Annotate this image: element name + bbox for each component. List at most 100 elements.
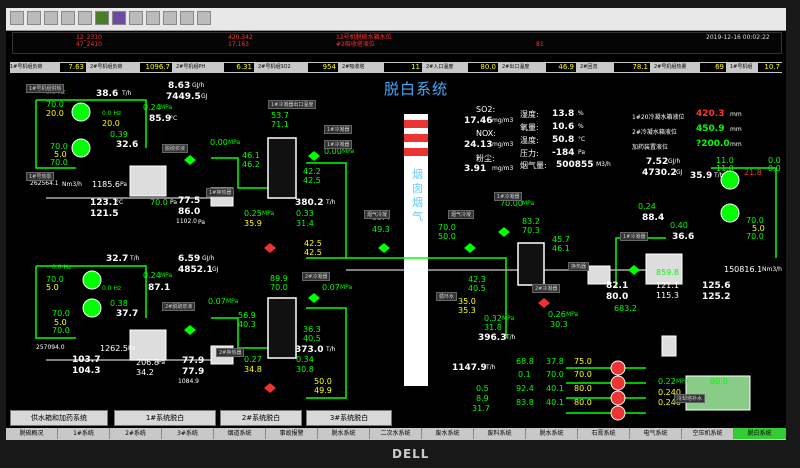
- process-value: 1185.6: [92, 180, 120, 189]
- process-value: 0.26: [548, 310, 566, 319]
- process-value: M3/h: [596, 161, 611, 168]
- equipment-label[interactable]: 1#冷凝器: [324, 125, 353, 134]
- process-value: ?200.0: [696, 139, 730, 149]
- equipment-label[interactable]: 1#换热器: [206, 188, 235, 197]
- process-value: 8.9: [476, 394, 489, 403]
- nav-tab[interactable]: 脱水系统: [526, 428, 578, 439]
- process-value: 50.0: [438, 232, 456, 241]
- process-value: 40.3: [238, 320, 256, 329]
- process-value: mg/m3: [492, 141, 514, 148]
- process-value: 0.1: [518, 370, 531, 379]
- process-value: T/h: [486, 364, 496, 371]
- equipment-label[interactable]: 换热器: [568, 262, 590, 271]
- nav-tab[interactable]: 电气系统: [630, 428, 682, 439]
- nav-tab[interactable]: 烟道系统: [214, 428, 266, 439]
- process-value: 7449.5: [166, 92, 201, 102]
- process-value: T/h: [326, 199, 336, 206]
- process-value: °C: [116, 199, 124, 206]
- process-value: 38.6: [96, 89, 119, 99]
- process-value: 87.1: [148, 283, 171, 293]
- equipment-label[interactable]: 循环水: [436, 292, 458, 301]
- process-value: 0.39: [110, 130, 128, 139]
- system-button[interactable]: 供水箱和加药系统: [10, 410, 108, 426]
- equipment-label[interactable]: 2#冷凝器: [302, 272, 331, 281]
- chimney-stripe: [404, 134, 428, 142]
- process-value: 121.5: [90, 209, 119, 219]
- equipment-label[interactable]: 1#冷凝器: [620, 232, 649, 241]
- equipment-label[interactable]: 1#冷凝器: [324, 140, 353, 149]
- equipment-label[interactable]: 2#脱硫浆液: [162, 302, 196, 311]
- system-button[interactable]: 3#系统脱白: [306, 410, 392, 426]
- equipment-label[interactable]: 烟气冷凝: [364, 210, 391, 219]
- process-value: 24.13: [464, 140, 493, 150]
- process-value: 42.5: [303, 176, 321, 185]
- nav-tab[interactable]: 废水系统: [422, 428, 474, 439]
- equipment-label[interactable]: 1#号热泵: [26, 172, 55, 181]
- process-value: 17.46: [464, 116, 493, 126]
- process-value: 49.3: [372, 225, 390, 234]
- process-value: 0.32: [484, 314, 502, 323]
- process-value: 温度:: [520, 136, 539, 145]
- process-value: Pa: [198, 219, 206, 226]
- nav-tab[interactable]: 事故报警: [266, 428, 318, 439]
- chimney-stripe: [404, 148, 428, 156]
- valve-icon: [264, 383, 276, 393]
- valve-icon: [184, 325, 196, 335]
- equipment-label[interactable]: 2#冷凝器: [532, 284, 561, 293]
- process-value: MPa: [502, 315, 515, 322]
- process-value: 53.7: [271, 111, 289, 120]
- process-value: 88.4: [642, 213, 665, 223]
- nav-tab[interactable]: 脱白系统: [734, 428, 786, 439]
- process-value: 42.5: [304, 248, 322, 257]
- process-value: 5.0: [46, 283, 59, 292]
- process-value: 0.22: [658, 377, 676, 386]
- system-button[interactable]: 1#系统脱白: [114, 410, 216, 426]
- nav-tab[interactable]: 脱硫概况: [6, 428, 58, 439]
- equipment-label[interactable]: 2#换热器: [216, 348, 245, 357]
- nav-tab[interactable]: 空压机系统: [682, 428, 734, 439]
- process-value: 70.0: [46, 100, 64, 109]
- nav-tab[interactable]: 3#系统: [162, 428, 214, 439]
- process-value: 49.9: [314, 386, 332, 395]
- process-value: 683.2: [614, 304, 637, 313]
- nav-tab[interactable]: 脱水系统: [318, 428, 370, 439]
- equipment-label[interactable]: 冷却塔补水: [674, 394, 706, 403]
- equipment-label[interactable]: 1#冷凝器: [494, 192, 523, 201]
- equipment-label[interactable]: 脱硫浆液: [162, 144, 189, 153]
- scada-screen: 12_2310 47_2410 420.342 17.163 12号机脱硫水箱水位 #2吸…: [6, 8, 786, 440]
- process-value: 7.52: [646, 157, 669, 167]
- process-value: %: [578, 123, 584, 130]
- nav-tab[interactable]: 石膏系统: [578, 428, 630, 439]
- process-value: 34.8: [244, 365, 262, 374]
- process-value: 125.2: [702, 292, 731, 302]
- pump-icon: [610, 360, 626, 376]
- process-value: MPa: [342, 148, 355, 155]
- process-value: Nm3/h: [762, 266, 782, 273]
- process-value: SO2:: [476, 105, 496, 114]
- process-value: 0.34: [296, 355, 314, 364]
- process-value: 1102.0: [176, 218, 197, 225]
- process-value: 8.63: [168, 81, 191, 91]
- condenser: [267, 137, 297, 199]
- process-value: 0.24: [638, 202, 656, 211]
- process-value: 82.1: [606, 281, 629, 291]
- pump-icon: [82, 270, 102, 290]
- process-value: 70.0: [746, 232, 764, 241]
- system-button[interactable]: 2#系统脱白: [220, 410, 302, 426]
- nav-tab[interactable]: 1#系统: [58, 428, 110, 439]
- equipment-label[interactable]: 1#号机组供热: [26, 84, 65, 93]
- process-value: 206.8: [136, 358, 159, 367]
- process-value: 50.0: [314, 377, 332, 386]
- process-value: MPa: [522, 200, 535, 207]
- process-value: 56.9: [238, 311, 256, 320]
- process-value: Pa: [170, 199, 178, 206]
- process-value: 1084.9: [178, 378, 199, 385]
- nav-tab[interactable]: 废料系统: [474, 428, 526, 439]
- equipment-label[interactable]: 1#冷凝器出口温度: [268, 100, 317, 109]
- process-value: 0.07: [208, 297, 226, 306]
- nav-tab[interactable]: 二次水系统: [370, 428, 422, 439]
- nav-tab[interactable]: 2#系统: [110, 428, 162, 439]
- process-value: 34.2: [136, 368, 154, 377]
- equipment-label[interactable]: 烟气冷凝: [448, 210, 475, 219]
- process-value: 0.38: [110, 299, 128, 308]
